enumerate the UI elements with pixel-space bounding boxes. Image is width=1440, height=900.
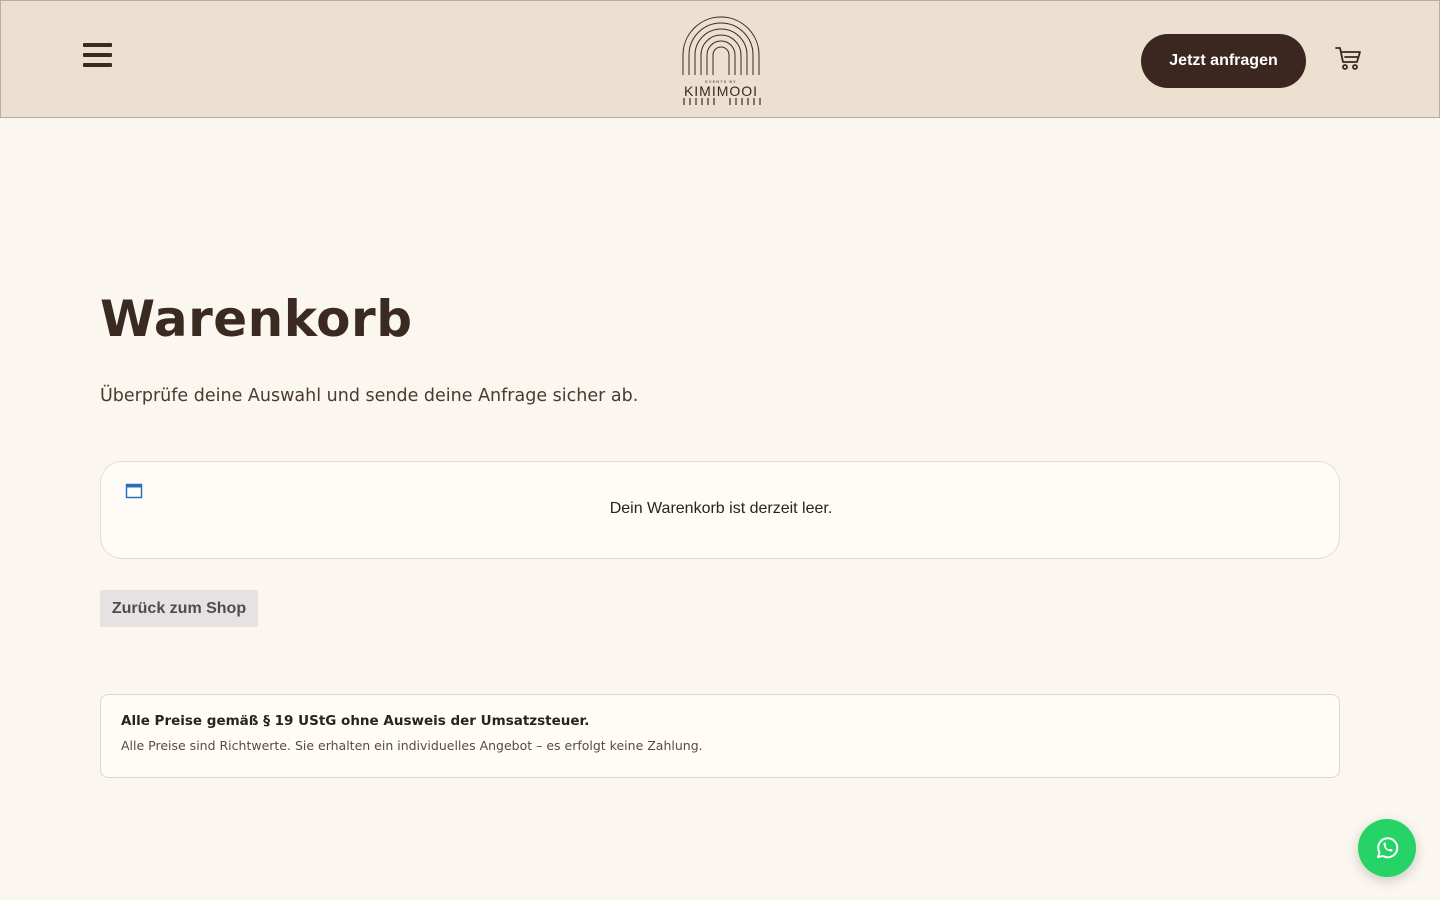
back-to-shop-button[interactable]: Zurück zum Shop <box>100 590 258 627</box>
logo-wordmark: EVENTS BY KIMIMOOI <box>679 79 763 98</box>
page-subtitle: Überprüfe deine Auswahl und sende deine … <box>100 386 639 406</box>
page-title: Warenkorb <box>100 290 413 348</box>
hamburger-menu-icon[interactable] <box>83 43 113 73</box>
shopping-cart-icon[interactable] <box>1334 44 1362 72</box>
empty-cart-message: Dein Warenkorb ist derzeit leer. <box>609 500 833 517</box>
site-header: EVENTS BY KIMIMOOI Jetzt anfragen <box>0 0 1440 118</box>
empty-cart-notice: Dein Warenkorb ist derzeit leer. <box>100 461 1340 559</box>
tax-notice-heading: Alle Preise gemäß § 19 UStG ohne Ausweis… <box>121 713 590 729</box>
tax-notice: Alle Preise gemäß § 19 UStG ohne Ausweis… <box>100 694 1340 778</box>
site-logo[interactable]: EVENTS BY KIMIMOOI <box>679 13 763 109</box>
tax-notice-text: Alle Preise sind Richtwerte. Sie erhalte… <box>121 738 703 753</box>
request-now-button[interactable]: Jetzt anfragen <box>1141 34 1306 88</box>
logo-name: KIMIMOOI <box>683 83 759 99</box>
window-icon <box>125 482 143 500</box>
whatsapp-icon[interactable] <box>1358 819 1416 877</box>
